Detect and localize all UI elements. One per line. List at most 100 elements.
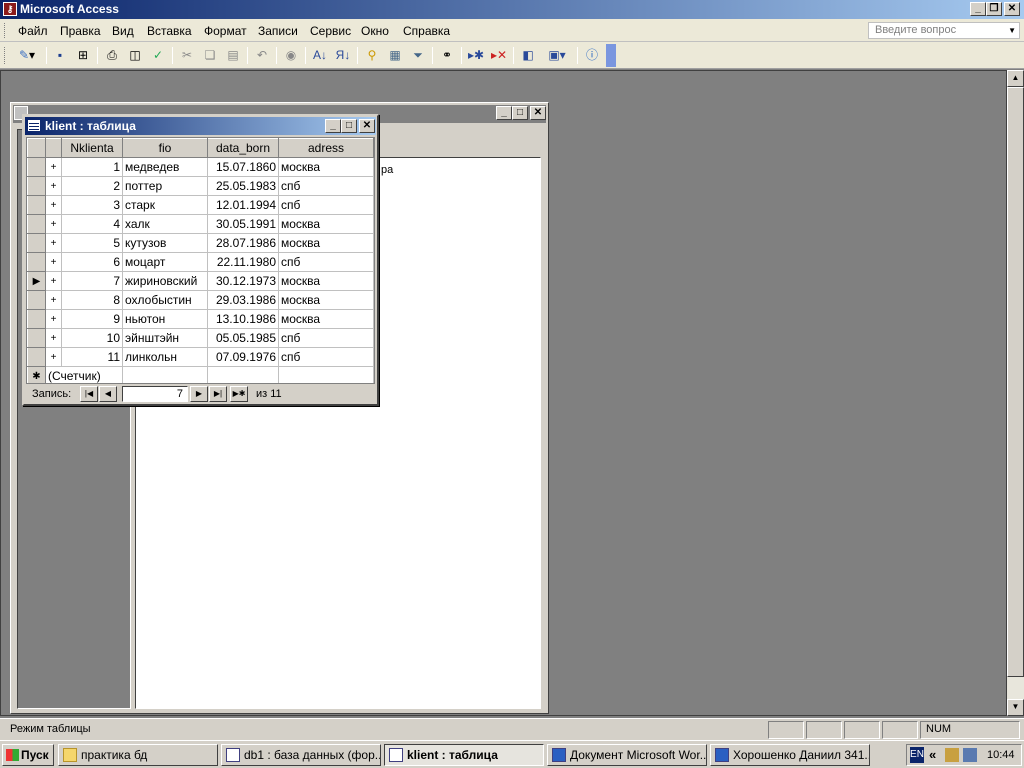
vertical-scrollbar[interactable]: ▲ ▼ <box>1007 70 1024 716</box>
network-icon[interactable] <box>963 748 977 762</box>
cell-nklienta[interactable]: 1 <box>61 157 123 177</box>
cell-fio[interactable]: поттер <box>122 176 208 196</box>
record-selector[interactable] <box>27 233 46 253</box>
new-record-row[interactable]: ✱ (Счетчик) <box>27 366 374 383</box>
table-row[interactable]: +2 поттер 25.05.1983 спб <box>27 176 374 196</box>
access-key-icon[interactable]: ⚷ <box>3 2 17 16</box>
record-selector[interactable] <box>27 328 46 348</box>
expand-subdatasheet-icon[interactable]: + <box>45 157 62 177</box>
cell-nklienta[interactable]: 11 <box>61 347 123 367</box>
empty-cell[interactable] <box>278 366 374 383</box>
record-selector[interactable] <box>27 176 46 196</box>
paste-icon[interactable]: ▤ <box>223 46 243 65</box>
record-selector[interactable] <box>27 157 46 177</box>
start-button[interactable]: Пуск <box>2 744 54 766</box>
menu-window[interactable]: Окно <box>361 24 389 38</box>
datasheet-grid[interactable]: Nklienta fio data_born adress +1 медведев… <box>26 137 375 384</box>
delete-record-icon[interactable]: ▸✕ <box>489 46 509 65</box>
autonumber-placeholder[interactable]: (Счетчик) <box>45 366 123 383</box>
menu-grip[interactable] <box>4 23 7 38</box>
menu-insert[interactable]: Вставка <box>147 24 192 38</box>
ask-question-box[interactable]: Введите вопрос ▼ <box>868 22 1020 39</box>
sort-descending-icon[interactable]: Я↓ <box>333 46 353 65</box>
menu-edit[interactable]: Правка <box>60 24 101 38</box>
menu-file[interactable]: Файл <box>18 24 48 38</box>
cell-adress[interactable]: москва <box>278 271 374 291</box>
table-window[interactable]: klient : таблица _ □ ✕ Nklienta fio data… <box>22 114 379 406</box>
find-icon[interactable]: ⚭ <box>437 46 457 65</box>
cell-fio[interactable]: халк <box>122 214 208 234</box>
cell-adress[interactable]: спб <box>278 328 374 348</box>
restore-button[interactable]: ❐ <box>986 2 1002 16</box>
cell-fio[interactable]: охлобыстин <box>122 290 208 310</box>
next-record-icon[interactable]: ▶ <box>190 386 208 402</box>
cell-nklienta[interactable]: 3 <box>61 195 123 215</box>
table-row[interactable]: +11 линкольн 07.09.1976 спб <box>27 347 374 367</box>
cell-fio[interactable]: эйнштэйн <box>122 328 208 348</box>
db-maximize-button[interactable]: □ <box>512 106 528 120</box>
cell-adress[interactable]: москва <box>278 290 374 310</box>
cell-nklienta[interactable]: 5 <box>61 233 123 253</box>
help-icon[interactable]: ⓘ <box>582 46 602 65</box>
cell-fio[interactable]: линкольн <box>122 347 208 367</box>
toolbar-options-icon[interactable] <box>606 44 616 67</box>
filter-form-icon[interactable]: ▦ <box>385 46 405 65</box>
taskbar-button-db[interactable]: db1 : база данных (фор... <box>221 744 381 766</box>
record-selector[interactable] <box>27 252 46 272</box>
table-minimize-button[interactable]: _ <box>325 119 341 133</box>
cell-nklienta[interactable]: 2 <box>61 176 123 196</box>
cell-data-born[interactable]: 22.11.1980 <box>207 252 279 272</box>
record-selector[interactable] <box>27 347 46 367</box>
db-close-button[interactable]: ✕ <box>530 106 546 120</box>
expand-subdatasheet-icon[interactable]: + <box>45 214 62 234</box>
cell-adress[interactable]: спб <box>278 347 374 367</box>
undo-icon[interactable]: ↶ <box>252 46 272 65</box>
table-row[interactable]: +4 халк 30.05.1991 москва <box>27 214 374 234</box>
cell-fio[interactable]: старк <box>122 195 208 215</box>
expand-subdatasheet-icon[interactable]: + <box>45 176 62 196</box>
cell-data-born[interactable]: 30.05.1991 <box>207 214 279 234</box>
copy-icon[interactable]: ❏ <box>200 46 220 65</box>
cell-data-born[interactable]: 30.12.1973 <box>207 271 279 291</box>
cell-data-born[interactable]: 29.03.1986 <box>207 290 279 310</box>
table-row[interactable]: ▶ +7 жириновский 30.12.1973 москва <box>27 271 374 291</box>
table-row[interactable]: +5 кутузов 28.07.1986 москва <box>27 233 374 253</box>
cut-icon[interactable]: ✂ <box>177 46 197 65</box>
column-header-nklienta[interactable]: Nklienta <box>61 138 123 158</box>
new-object-icon[interactable]: ▣▾ <box>541 46 573 65</box>
dropdown-arrow-icon[interactable]: ▼ <box>1008 26 1016 35</box>
record-number-input[interactable]: 7 <box>122 386 188 402</box>
cell-fio[interactable]: ньютон <box>122 309 208 329</box>
cell-data-born[interactable]: 28.07.1986 <box>207 233 279 253</box>
cell-fio[interactable]: жириновский <box>122 271 208 291</box>
cell-fio[interactable]: моцарт <box>122 252 208 272</box>
table-close-button[interactable]: ✕ <box>359 119 375 133</box>
menu-view[interactable]: Вид <box>112 24 134 38</box>
expand-subdatasheet-icon[interactable]: + <box>45 233 62 253</box>
apply-filter-icon[interactable]: ⏷ <box>408 46 428 65</box>
scroll-down-icon[interactable]: ▼ <box>1007 699 1024 716</box>
expand-subdatasheet-icon[interactable]: + <box>45 328 62 348</box>
cell-nklienta[interactable]: 4 <box>61 214 123 234</box>
print-icon[interactable]: ⎙ <box>102 46 122 65</box>
taskbar-button-word1[interactable]: Документ Microsoft Wor... <box>547 744 707 766</box>
table-row[interactable]: +6 моцарт 22.11.1980 спб <box>27 252 374 272</box>
first-record-icon[interactable]: |◀ <box>80 386 98 402</box>
taskbar-button-table[interactable]: klient : таблица <box>384 744 544 766</box>
cell-adress[interactable]: москва <box>278 157 374 177</box>
new-record-indicator-icon[interactable]: ✱ <box>27 366 46 383</box>
last-record-icon[interactable]: ▶| <box>209 386 227 402</box>
show-hidden-icons-icon[interactable]: « <box>929 747 936 762</box>
cell-data-born[interactable]: 25.05.1983 <box>207 176 279 196</box>
table-maximize-button[interactable]: □ <box>341 119 357 133</box>
cell-data-born[interactable]: 13.10.1986 <box>207 309 279 329</box>
menu-tools[interactable]: Сервис <box>310 24 351 38</box>
menu-format[interactable]: Формат <box>204 24 247 38</box>
cell-adress[interactable]: спб <box>278 252 374 272</box>
cell-nklienta[interactable]: 6 <box>61 252 123 272</box>
current-record-indicator-icon[interactable]: ▶ <box>27 271 46 291</box>
cell-nklienta[interactable]: 8 <box>61 290 123 310</box>
expand-subdatasheet-icon[interactable]: + <box>45 195 62 215</box>
previous-record-icon[interactable]: ◀ <box>99 386 117 402</box>
cell-fio[interactable]: кутузов <box>122 233 208 253</box>
